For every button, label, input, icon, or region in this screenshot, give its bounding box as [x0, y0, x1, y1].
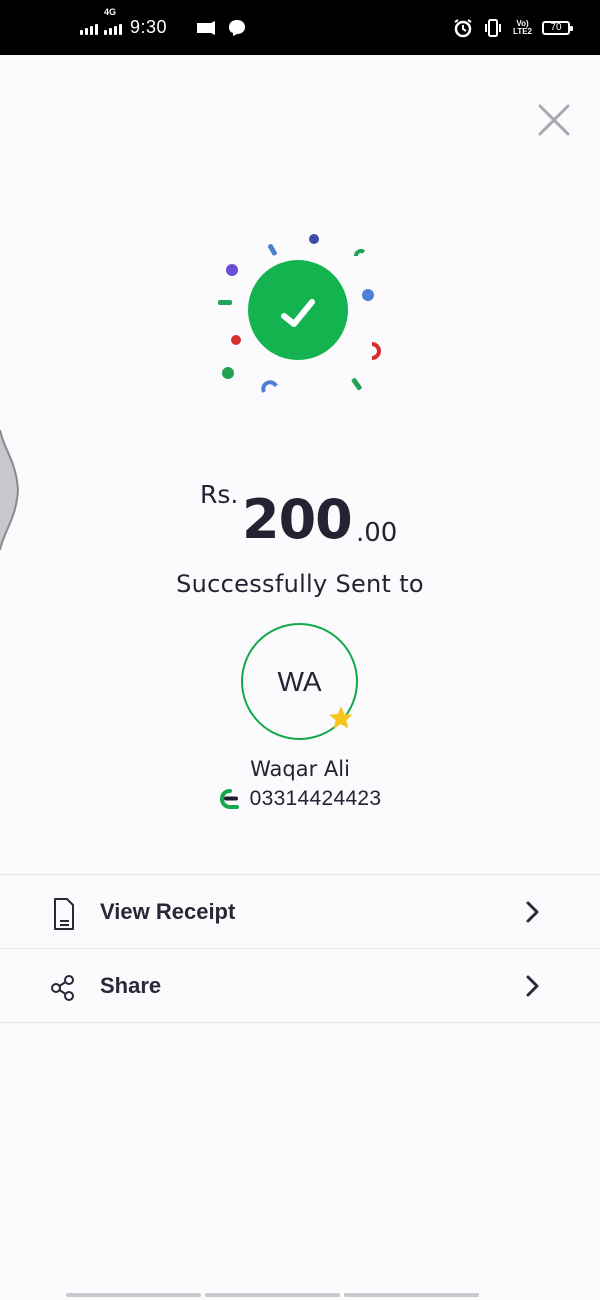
- share-icon: [51, 975, 74, 1001]
- gesture-bar-segment: [344, 1293, 479, 1297]
- view-receipt-row[interactable]: View Receipt: [0, 875, 600, 949]
- gesture-bar-segment: [66, 1293, 201, 1297]
- chat-icon: [229, 19, 246, 36]
- network-indicator: 4G: [104, 7, 122, 35]
- vibrate-icon: [485, 18, 502, 37]
- alarm-icon: [454, 18, 472, 37]
- status-bar: 4G 9:30 Vo) LTE2 70: [0, 0, 600, 55]
- avatar-initials: WA: [277, 665, 322, 697]
- receipt-icon: [54, 898, 74, 930]
- amount-whole: 200: [242, 488, 353, 551]
- gesture-bar-segment: [205, 1293, 340, 1297]
- action-list: View Receipt Share: [0, 874, 600, 1023]
- status-bar-right: Vo) LTE2 70: [453, 0, 573, 55]
- notification-icon: [197, 20, 216, 35]
- share-row[interactable]: Share: [0, 949, 600, 1023]
- close-button[interactable]: [534, 100, 574, 140]
- recipient-phone: 03314424423: [249, 787, 382, 810]
- signal-icon: [80, 21, 98, 35]
- currency-symbol: Rs.: [200, 480, 239, 509]
- amount-decimal: .00: [356, 518, 398, 548]
- clock: 9:30: [130, 17, 168, 37]
- network-type: 4G: [104, 6, 117, 17]
- recipient-phone-row: 03314424423: [0, 787, 600, 811]
- share-label: Share: [100, 972, 162, 998]
- easypaisa-logo-icon: [219, 789, 239, 809]
- lte-label: LTE2: [513, 26, 532, 36]
- sent-amount: Rs. 200 .00: [0, 478, 600, 558]
- view-receipt-label: View Receipt: [100, 898, 236, 924]
- lte-indicator: Vo) LTE2: [513, 19, 532, 36]
- favorite-star-icon: [329, 706, 353, 729]
- battery-icon: 70: [542, 20, 573, 35]
- success-message: Successfully Sent to: [176, 570, 424, 598]
- gesture-bar: [66, 1293, 479, 1297]
- signal-icon-2: [104, 21, 122, 35]
- status-bar-left: 4G 9:30: [80, 0, 247, 55]
- chevron-right-icon: [526, 975, 539, 997]
- battery-level: 70: [550, 22, 562, 33]
- success-check-graphic: [218, 234, 381, 393]
- chevron-right-icon: [526, 901, 539, 923]
- recipient-name: Waqar Ali: [250, 757, 350, 781]
